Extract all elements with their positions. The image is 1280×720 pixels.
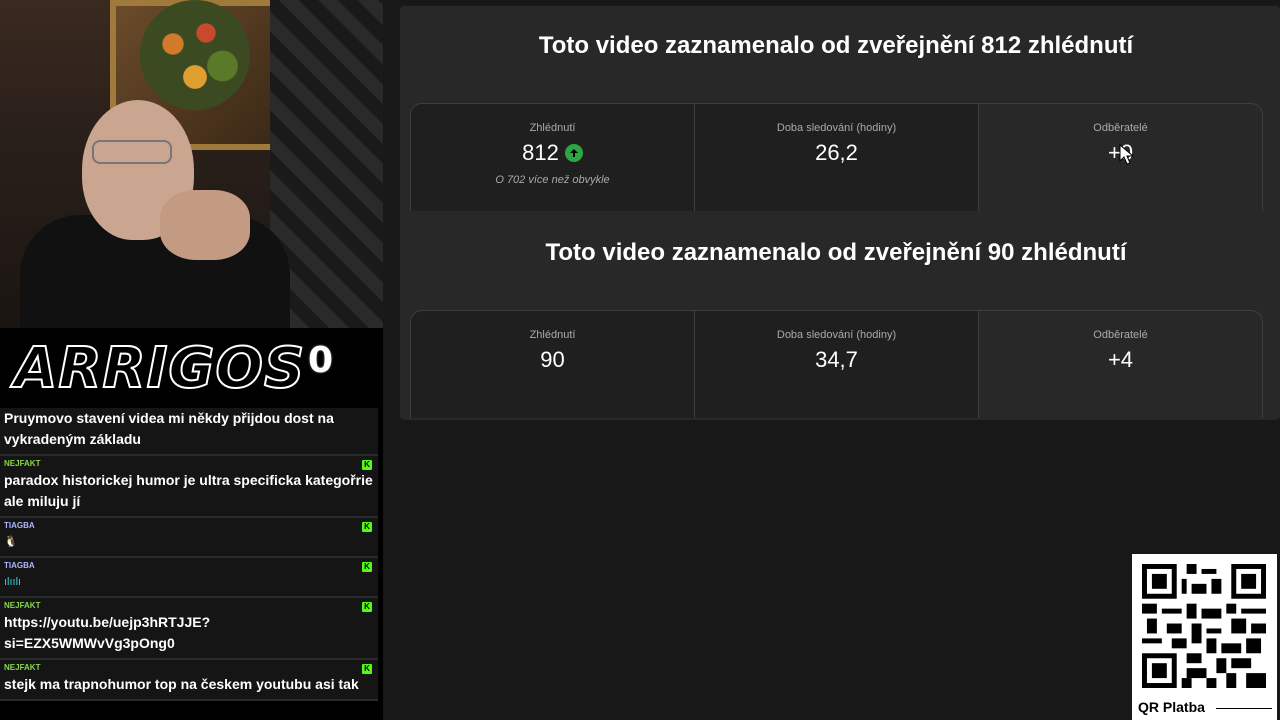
- metric-value: 26,2: [815, 140, 858, 165]
- kick-badge-icon: K: [362, 664, 372, 674]
- chat-message: TIAGBA K 🐧: [0, 518, 378, 558]
- left-column: ARRIGOS 0 Pruymovo stavení videa mi někd…: [0, 0, 383, 720]
- chat-username: TIAGBA: [4, 561, 35, 570]
- metric-note: O 702 více než obvykle: [495, 174, 610, 186]
- streamer-hand: [160, 190, 250, 260]
- kick-badge-icon: K: [362, 602, 372, 612]
- chat-username: TIAGBA: [4, 521, 35, 530]
- metric-card-subscribers[interactable]: Odběratelé +4: [978, 311, 1262, 418]
- analytics-headline: Toto video zaznamenalo od zveřejnění 90 …: [545, 239, 1127, 266]
- chat-message: NEJFAKT K stejk ma trapnohumor top na če…: [0, 660, 378, 701]
- arrow-up-icon: [564, 144, 583, 162]
- metric-cards: Zhlédnutí 812 O 702 více než obvykle Dob…: [410, 103, 1263, 211]
- metric-value: 90: [540, 347, 565, 372]
- chat-message-text: Pruymovo stavení videa mi někdy přijdou …: [4, 410, 334, 447]
- chat-username: NEJFAKT: [4, 459, 41, 468]
- chat-message-text: stejk ma trapnohumor top na českem youtu…: [4, 676, 359, 692]
- brand-bar: ARRIGOS 0: [0, 328, 383, 408]
- chat-username: NEJFAKT: [4, 601, 41, 610]
- metric-value: +4: [1107, 347, 1134, 372]
- metric-label: Doba sledování (hodiny): [776, 329, 897, 341]
- metric-card-watch-time[interactable]: Doba sledování (hodiny) 26,2: [694, 104, 978, 211]
- qr-label: QR Platba: [1138, 699, 1205, 715]
- glasses: [92, 140, 172, 164]
- chat-message: TIAGBA K ılıılı: [0, 558, 378, 598]
- chat-message: Pruymovo stavení videa mi někdy přijdou …: [0, 408, 378, 456]
- metric-value: 34,7: [815, 347, 858, 372]
- analytics-headline: Toto video zaznamenalo od zveřejnění 812…: [538, 32, 1134, 59]
- metric-card-views[interactable]: Zhlédnutí 90: [411, 311, 694, 418]
- brand-logo: ARRIGOS: [13, 335, 306, 402]
- qr-payment: QR Platba: [1132, 554, 1277, 720]
- metric-card-views[interactable]: Zhlédnutí 812 O 702 více než obvykle: [411, 104, 694, 211]
- chat-message: NEJFAKT K https://youtu.be/uejp3hRTJJE?s…: [0, 598, 378, 660]
- chat-panel: Pruymovo stavení videa mi někdy přijdou …: [0, 408, 378, 701]
- penguin-emote-icon: 🐧: [4, 536, 18, 548]
- kick-badge-icon: K: [362, 460, 372, 470]
- metric-value: 812: [522, 140, 583, 166]
- metric-label: Zhlédnutí: [529, 122, 576, 134]
- metric-label: Doba sledování (hodiny): [776, 122, 897, 134]
- stream-layout: ARRIGOS 0 Pruymovo stavení videa mi někd…: [0, 0, 1280, 720]
- metric-card-watch-time[interactable]: Doba sledování (hodiny) 34,7: [694, 311, 978, 418]
- metric-label: Zhlédnutí: [529, 329, 576, 341]
- chat-username: NEJFAKT: [4, 663, 41, 672]
- metric-card-subscribers[interactable]: Odběratelé +0: [978, 104, 1262, 211]
- chat-message-text: paradox historickej humor je ultra speci…: [4, 472, 373, 509]
- counter: 0: [308, 340, 334, 381]
- webcam-feed: [0, 0, 383, 328]
- flower-painting: [140, 0, 250, 110]
- divider: [1216, 708, 1272, 709]
- mouse-cursor-icon: [1119, 144, 1135, 165]
- chat-message: NEJFAKT K paradox historickej humor je u…: [0, 456, 378, 518]
- metric-label: Odběratelé: [1093, 122, 1148, 134]
- metric-label: Odběratelé: [1093, 329, 1148, 341]
- analytics-panel: Toto video zaznamenalo od zveřejnění 812…: [400, 6, 1280, 420]
- kick-badge-icon: K: [362, 562, 372, 572]
- kick-badge-icon: K: [362, 522, 372, 532]
- equalizer-emote-icon: ılıılı: [4, 576, 22, 588]
- metric-cards: Zhlédnutí 90 Doba sledování (hodiny) 34,…: [410, 310, 1263, 418]
- chat-message-link[interactable]: https://youtu.be/uejp3hRTJJE?si=EZX5WMWv…: [4, 612, 374, 654]
- metric-value-text: 812: [522, 140, 559, 165]
- qr-code-icon: [1142, 564, 1266, 688]
